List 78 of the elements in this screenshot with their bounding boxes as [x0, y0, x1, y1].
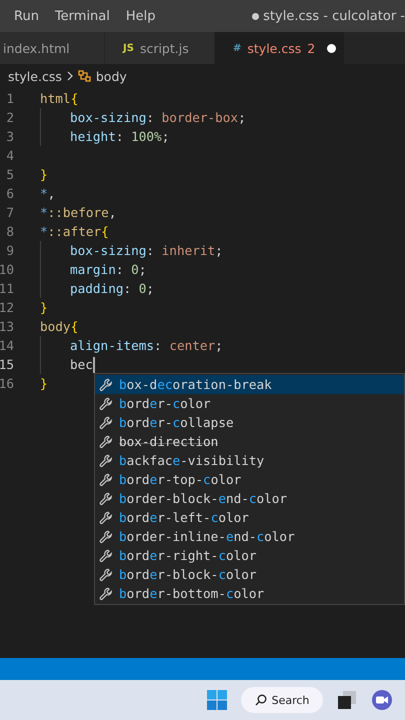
wrench-icon [99, 416, 113, 430]
wrench-icon [99, 548, 113, 562]
line-number: 3 [5, 129, 14, 144]
code-line: margin: 0; [70, 262, 146, 277]
line-number: 1 [5, 91, 14, 106]
suggestion-item[interactable]: border-inline-end-color [95, 527, 404, 546]
chevron-icon [66, 71, 74, 81]
code-line: box-sizing: inherit; [70, 243, 223, 258]
suggestion-item[interactable]: borde r-collapse [95, 413, 404, 432]
suggestion-item[interactable]: borde r-block-color [95, 565, 404, 584]
wrench-icon [99, 396, 113, 410]
line-number: 10 [0, 262, 14, 277]
suggestion-item[interactable]: borde r-bottom-color [95, 584, 404, 603]
code-line: padding: 0; [70, 281, 154, 296]
wrench-icon [99, 568, 113, 582]
line-number: 2 [5, 110, 14, 125]
suggestion-item[interactable]: backface-visibility [95, 451, 404, 470]
windows-icon[interactable] [207, 690, 227, 710]
code-line: html{ [40, 91, 78, 106]
code-line: *, [40, 186, 56, 201]
suggestion-item[interactable]: box-direction [95, 432, 404, 451]
breadcrumb-item[interactable]: body [96, 68, 127, 84]
code-line: } [40, 167, 48, 182]
editor-tab[interactable]: # style.css 2 [215, 32, 345, 64]
line-number: 7 [5, 205, 14, 220]
problem-count: 2 [307, 40, 316, 56]
menu-item[interactable]: Run [14, 8, 47, 24]
tab-label: style.css [247, 40, 302, 56]
search-button[interactable]: Search [241, 687, 323, 713]
wrench-icon [99, 492, 113, 506]
tab-label: index.html [3, 40, 70, 56]
line-number: 16 [0, 376, 14, 391]
code-line: } [40, 300, 48, 315]
wrench-icon [99, 510, 113, 524]
line-number: 6 [5, 186, 14, 201]
wrench-icon [99, 378, 113, 392]
search-icon [254, 694, 267, 706]
editor-tab[interactable]: index.html [0, 32, 105, 64]
editor-tab[interactable]: JS script.js [105, 32, 215, 64]
code-line: height: 100%; [70, 129, 170, 144]
code-line: bec [70, 357, 93, 372]
wrench-icon [99, 434, 113, 448]
code-line: body{ [40, 319, 78, 334]
window-stack-icon[interactable] [337, 690, 357, 710]
unsaved-dot[interactable] [327, 44, 336, 52]
line-number: 14 [0, 338, 14, 353]
wrench-icon [99, 586, 113, 600]
tab-label: script.js [140, 40, 189, 56]
window-title: style.css - culcolator - [263, 8, 405, 24]
line-number: 5 [5, 167, 14, 182]
line-number: 12 [0, 300, 14, 315]
suggestion-item[interactable]: borde r-right-color [95, 546, 404, 565]
code-line: align-items: center; [70, 338, 223, 353]
suggestion-item[interactable]: box-decoration-break [95, 375, 404, 394]
menu-item[interactable]: Terminal [54, 8, 118, 24]
suggestion-item[interactable]: border-block-end-color [95, 489, 404, 508]
suggestion-item[interactable]: borde r-left-color [95, 508, 404, 527]
symbol-icon [78, 70, 92, 82]
file-type-icon: JS [123, 42, 134, 54]
line-number: 15 [0, 357, 14, 372]
suggestion-item[interactable]: borde r-color [95, 394, 404, 413]
suggestion-item[interactable]: borde r-top-color [95, 470, 404, 489]
line-number: 9 [5, 243, 14, 258]
code-line: box-sizing: border-box; [70, 110, 246, 125]
code-line: *::after{ [40, 224, 109, 239]
wrench-icon [99, 454, 113, 468]
breadcrumb-item[interactable]: style.css [8, 68, 62, 84]
line-number: 13 [0, 319, 14, 334]
code-line: *::before, [40, 205, 116, 220]
line-number: 11 [0, 281, 14, 296]
file-type-icon: # [233, 42, 242, 54]
wrench-icon [99, 472, 113, 486]
menu-item[interactable]: Help [126, 8, 164, 24]
line-number: 4 [5, 148, 14, 163]
line-number: 8 [5, 224, 14, 239]
wrench-icon [99, 530, 113, 544]
code-line: } [40, 376, 48, 391]
video-chat-icon[interactable] [371, 689, 393, 711]
